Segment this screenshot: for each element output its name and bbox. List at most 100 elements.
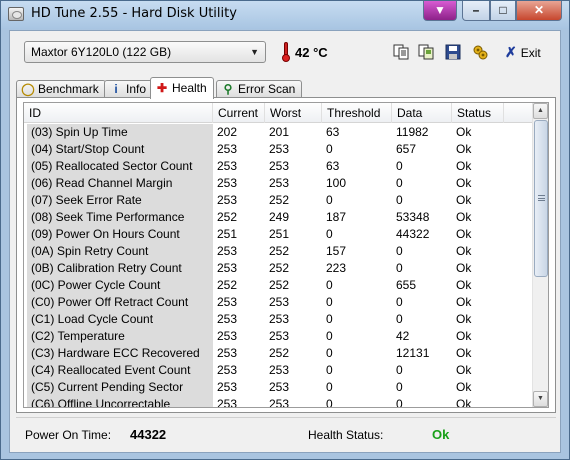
tab-health[interactable]: ✚ Health bbox=[150, 77, 214, 99]
close-button[interactable]: ✕ bbox=[516, 1, 562, 21]
exit-button[interactable]: ✗ Exit bbox=[505, 43, 551, 63]
cell-id: (C4) Reallocated Event Count bbox=[27, 362, 213, 379]
cell-current: 253 bbox=[217, 142, 238, 156]
cell-threshold: 0 bbox=[326, 380, 333, 394]
cell-current: 253 bbox=[217, 329, 238, 343]
hard-disk-app-icon[interactable] bbox=[8, 7, 24, 21]
status-footer: Power On Time: 44322 Health Status: Ok bbox=[16, 417, 556, 447]
app-window: HD Tune 2.55 - Hard Disk Utility ▼ – □ ✕… bbox=[0, 0, 570, 460]
column-header-worst[interactable]: Worst bbox=[265, 103, 322, 123]
tab-benchmark-label: Benchmark bbox=[38, 82, 99, 96]
maximize-icon: □ bbox=[499, 3, 507, 17]
drive-select-value: Maxtor 6Y120L0 (122 GB) bbox=[31, 45, 172, 59]
cell-worst: 253 bbox=[269, 397, 290, 408]
cell-threshold: 0 bbox=[326, 346, 333, 360]
table-header: ID Current Worst Threshold Data Status bbox=[24, 103, 534, 123]
exit-label: Exit bbox=[520, 46, 541, 60]
tab-strip: ◯ Benchmark i Info ✚ Health ⚲ Error Scan bbox=[16, 77, 556, 99]
cell-id: (05) Reallocated Sector Count bbox=[27, 158, 213, 175]
copy-screenshot-icon[interactable] bbox=[418, 44, 434, 60]
cell-status: Ok bbox=[456, 363, 472, 377]
cell-threshold: 0 bbox=[326, 142, 333, 156]
cell-worst: 252 bbox=[269, 193, 290, 207]
power-on-time-value: 44322 bbox=[130, 427, 167, 442]
table-row[interactable]: (05) Reallocated Sector Count 253 253 63 0 Ok bbox=[24, 158, 534, 175]
cell-status: Ok bbox=[456, 176, 472, 190]
vertical-scrollbar[interactable]: ▲ ▼ bbox=[532, 103, 548, 407]
cell-threshold: 0 bbox=[326, 295, 333, 309]
cell-current: 253 bbox=[217, 261, 238, 275]
cell-threshold: 0 bbox=[326, 193, 333, 207]
cell-id: (06) Read Channel Margin bbox=[27, 175, 213, 192]
drive-select[interactable]: Maxtor 6Y120L0 (122 GB) ▼ bbox=[24, 41, 266, 63]
cell-threshold: 0 bbox=[326, 329, 333, 343]
cell-id: (0A) Spin Retry Count bbox=[27, 243, 213, 260]
cell-current: 253 bbox=[217, 363, 238, 377]
scroll-down-icon[interactable]: ▼ bbox=[533, 391, 548, 407]
copy-text-icon[interactable] bbox=[393, 44, 409, 60]
cell-id: (0C) Power Cycle Count bbox=[27, 277, 213, 294]
table-row[interactable]: (C1) Load Cycle Count 253 253 0 0 Ok bbox=[24, 311, 534, 328]
table-row[interactable]: (0C) Power Cycle Count 252 252 0 655 Ok bbox=[24, 277, 534, 294]
cell-status: Ok bbox=[456, 193, 472, 207]
cell-worst: 252 bbox=[269, 244, 290, 258]
cell-threshold: 63 bbox=[326, 159, 340, 173]
table-row[interactable]: (04) Start/Stop Count 253 253 0 657 Ok bbox=[24, 141, 534, 158]
table-row[interactable]: (08) Seek Time Performance 252 249 187 53348… bbox=[24, 209, 534, 226]
tab-info[interactable]: i Info bbox=[104, 80, 154, 98]
maximize-button[interactable]: □ bbox=[490, 1, 516, 21]
title-bar[interactable]: HD Tune 2.55 - Hard Disk Utility ▼ – □ ✕ bbox=[1, 1, 569, 29]
column-header-status[interactable]: Status bbox=[452, 103, 504, 123]
cell-status: Ok bbox=[456, 261, 472, 275]
table-row[interactable]: (09) Power On Hours Count 251 251 0 44322 Ok bbox=[24, 226, 534, 243]
column-header-current[interactable]: Current bbox=[213, 103, 265, 123]
scroll-up-icon[interactable]: ▲ bbox=[533, 103, 548, 119]
cell-data: 0 bbox=[396, 312, 403, 326]
table-row[interactable]: (C2) Temperature 253 253 0 42 Ok bbox=[24, 328, 534, 345]
table-row[interactable]: (C4) Reallocated Event Count 253 253 0 0 Ok bbox=[24, 362, 534, 379]
chevron-down-icon: ▼ bbox=[250, 47, 259, 57]
table-row[interactable]: (03) Spin Up Time 202 201 63 11982 Ok bbox=[24, 124, 534, 141]
table-row[interactable]: (06) Read Channel Margin 253 253 100 0 Ok bbox=[24, 175, 534, 192]
table-body: (03) Spin Up Time 202 201 63 11982 Ok (04) Sta… bbox=[24, 124, 534, 408]
column-header-data[interactable]: Data bbox=[392, 103, 452, 123]
cell-worst: 253 bbox=[269, 312, 290, 326]
table-row[interactable]: (C6) Offline Uncorrectable 253 253 0 0 Ok bbox=[24, 396, 534, 408]
cell-data: 42 bbox=[396, 329, 410, 343]
cell-status: Ok bbox=[456, 397, 472, 408]
cell-worst: 252 bbox=[269, 346, 290, 360]
cell-status: Ok bbox=[456, 295, 472, 309]
cell-threshold: 63 bbox=[326, 125, 340, 139]
tab-error-scan[interactable]: ⚲ Error Scan bbox=[216, 80, 303, 98]
table-row[interactable]: (C5) Current Pending Sector 253 253 0 0 Ok bbox=[24, 379, 534, 396]
column-header-id[interactable]: ID bbox=[24, 103, 213, 123]
cell-status: Ok bbox=[456, 346, 472, 360]
smart-table[interactable]: ID Current Worst Threshold Data Status (… bbox=[23, 102, 549, 408]
cell-worst: 252 bbox=[269, 261, 290, 275]
cell-id: (0B) Calibration Retry Count bbox=[27, 260, 213, 277]
cell-id: (C2) Temperature bbox=[27, 328, 213, 345]
scrollbar-thumb[interactable] bbox=[534, 120, 548, 277]
cell-data: 11982 bbox=[396, 125, 429, 139]
download-arrow-icon[interactable]: ▼ bbox=[423, 1, 457, 21]
table-row[interactable]: (0A) Spin Retry Count 253 252 157 0 Ok bbox=[24, 243, 534, 260]
tab-benchmark[interactable]: ◯ Benchmark bbox=[16, 80, 106, 98]
column-header-threshold[interactable]: Threshold bbox=[322, 103, 392, 123]
table-row[interactable]: (0B) Calibration Retry Count 253 252 223 0 Ok bbox=[24, 260, 534, 277]
cell-data: 0 bbox=[396, 244, 403, 258]
cell-id: (07) Seek Error Rate bbox=[27, 192, 213, 209]
cell-id: (09) Power On Hours Count bbox=[27, 226, 213, 243]
cell-id: (04) Start/Stop Count bbox=[27, 141, 213, 158]
table-row[interactable]: (C3) Hardware ECC Recovered 253 252 0 12131 O… bbox=[24, 345, 534, 362]
table-row[interactable]: (07) Seek Error Rate 253 252 0 0 Ok bbox=[24, 192, 534, 209]
save-icon[interactable] bbox=[445, 44, 461, 60]
cell-id: (C6) Offline Uncorrectable bbox=[27, 396, 213, 407]
cell-data: 53348 bbox=[396, 210, 430, 224]
cell-data: 0 bbox=[396, 295, 403, 309]
table-row[interactable]: (C0) Power Off Retract Count 253 253 0 0 Ok bbox=[24, 294, 534, 311]
cell-current: 253 bbox=[217, 346, 238, 360]
screenshot-icon[interactable] bbox=[472, 44, 488, 60]
minimize-button[interactable]: – bbox=[462, 1, 490, 21]
cell-worst: 253 bbox=[269, 380, 290, 394]
cell-threshold: 0 bbox=[326, 363, 333, 377]
